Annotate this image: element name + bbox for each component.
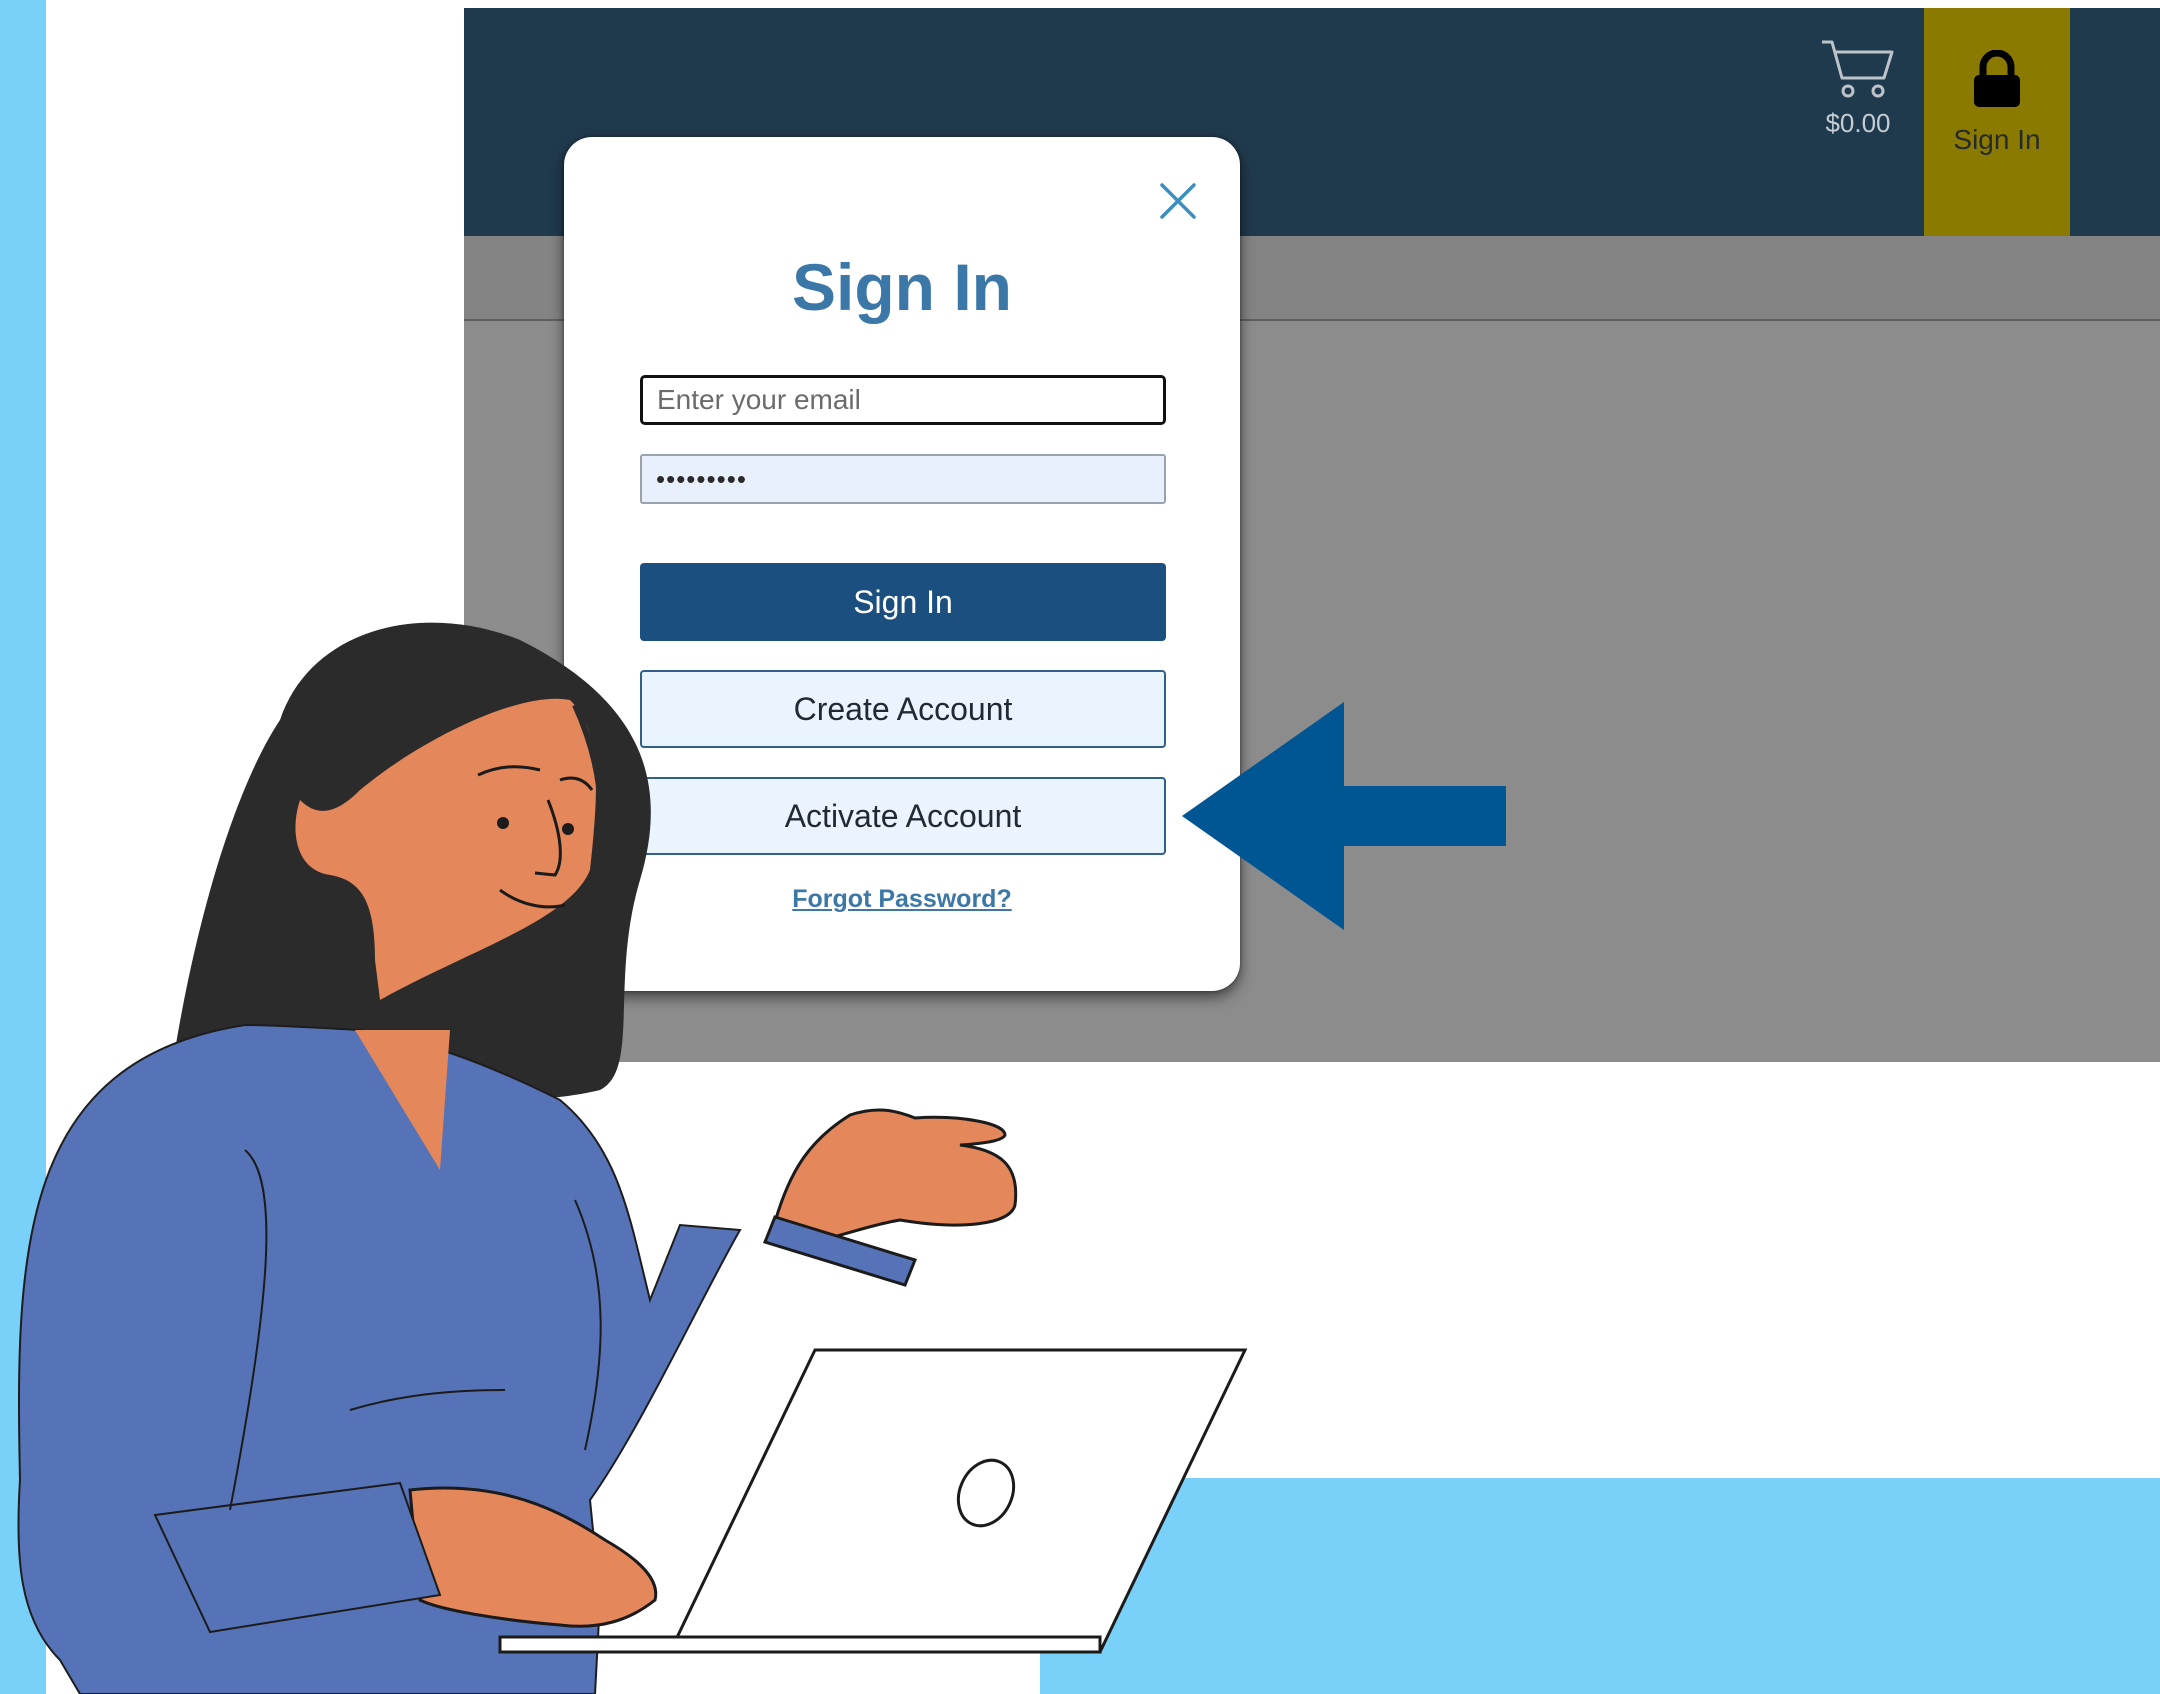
password-field[interactable] — [640, 454, 1166, 504]
header-signin-label: Sign In — [1953, 124, 2041, 155]
close-icon[interactable] — [1152, 175, 1204, 227]
modal-title: Sign In — [792, 250, 1012, 324]
cart-button[interactable]: $0.00 — [1812, 38, 1904, 168]
lock-icon — [1974, 50, 2020, 107]
cart-total: $0.00 — [1825, 108, 1891, 138]
email-field[interactable] — [640, 375, 1166, 425]
header-signin-button[interactable]: Sign In — [1924, 8, 2070, 236]
woman-with-laptop-illustration — [17, 622, 1248, 1694]
cart-icon — [1822, 40, 1894, 98]
